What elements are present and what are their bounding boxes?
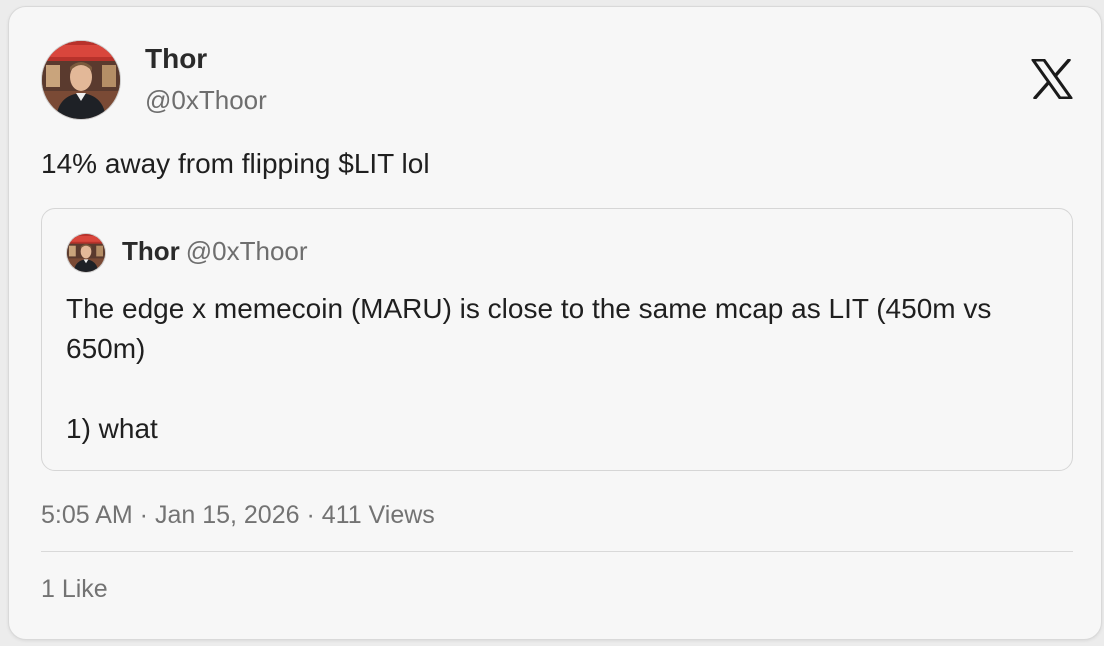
quoted-tweet[interactable]: Thor @0xThoor The edge x memecoin (MARU) … — [41, 208, 1073, 471]
author-name[interactable]: Thor — [145, 42, 207, 76]
avatar-photo-icon — [67, 234, 105, 272]
divider — [41, 551, 1073, 552]
tweet-time[interactable]: 5:05 AM — [41, 501, 133, 529]
quoted-author-name[interactable]: Thor — [122, 236, 180, 266]
meta-separator: · — [299, 501, 322, 529]
tweet-views[interactable]: 411 Views — [322, 501, 435, 529]
quoted-text: The edge x memecoin (MARU) is close to t… — [66, 289, 1056, 449]
quoted-text-line: The edge x memecoin (MARU) is close to t… — [66, 293, 992, 364]
tweet-date[interactable]: Jan 15, 2026 — [155, 501, 300, 529]
meta-separator: · — [132, 501, 155, 529]
author-handle[interactable]: @0xThoor — [145, 84, 267, 116]
tweet-meta: 5:05 AM · Jan 15, 2026 · 411 Views — [41, 499, 435, 531]
quoted-header: Thor @0xThoor — [122, 234, 308, 268]
tweet-text: 14% away from flipping $LIT lol — [41, 148, 430, 179]
likes-count[interactable]: 1 Like — [41, 573, 108, 605]
x-logo-icon[interactable] — [1031, 58, 1073, 100]
quoted-author-handle[interactable]: @0xThoor — [186, 236, 308, 266]
quoted-text-line: 1) what — [66, 413, 158, 444]
tweet-card: Thor @0xThoor 14% away from flipping $LI… — [8, 6, 1102, 640]
avatar-photo-icon — [42, 41, 120, 119]
author-avatar[interactable] — [41, 40, 121, 120]
quoted-author-avatar[interactable] — [66, 233, 106, 273]
